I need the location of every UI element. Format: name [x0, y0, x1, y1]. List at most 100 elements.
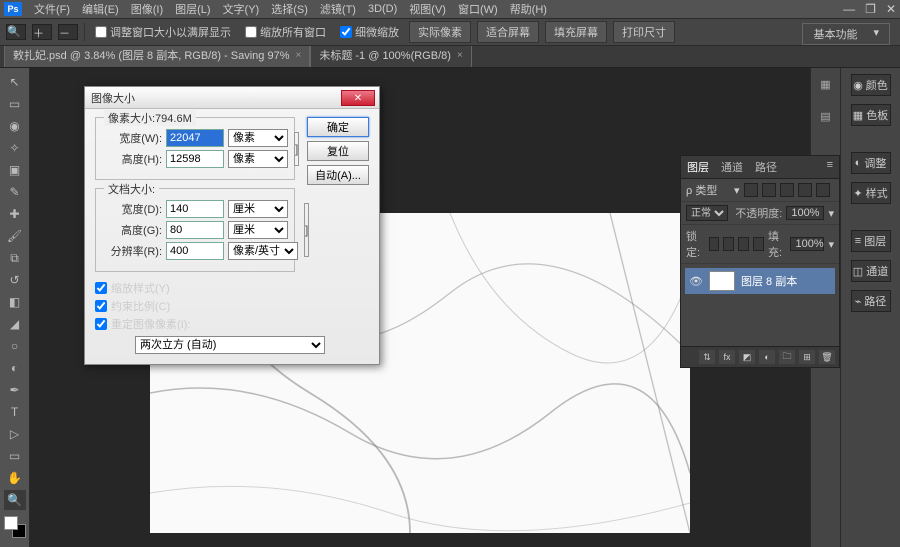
- link-layers-icon[interactable]: ⇅: [699, 350, 715, 364]
- lock-pos-icon[interactable]: [738, 237, 749, 251]
- fx-icon[interactable]: fx: [719, 350, 735, 364]
- new-layer-icon[interactable]: ⊞: [799, 350, 815, 364]
- menu-image[interactable]: 图像(I): [125, 1, 169, 17]
- zoom-in-icon[interactable]: ＋: [32, 24, 52, 40]
- filter-type-icon[interactable]: [780, 183, 794, 197]
- doc-height-input[interactable]: [166, 221, 224, 239]
- move-tool[interactable]: ↖: [4, 72, 26, 92]
- visibility-icon[interactable]: 👁: [689, 275, 703, 288]
- filter-pixel-icon[interactable]: [744, 183, 758, 197]
- type-tool[interactable]: T: [4, 402, 26, 422]
- menu-window[interactable]: 窗口(W): [452, 1, 504, 17]
- resample-checkbox[interactable]: 重定图像像素(I):: [95, 316, 369, 332]
- blend-mode-dropdown[interactable]: 正常: [686, 205, 728, 221]
- doc-height-unit[interactable]: 厘米: [228, 221, 288, 239]
- blur-tool[interactable]: ○: [4, 336, 26, 356]
- dodge-tool[interactable]: ◐: [4, 358, 26, 378]
- healing-tool[interactable]: ✚: [4, 204, 26, 224]
- ok-button[interactable]: 确定: [307, 117, 369, 137]
- tab2-close-icon[interactable]: ×: [457, 50, 463, 61]
- pixel-height-unit[interactable]: 像素: [228, 150, 288, 168]
- filter-adj-icon[interactable]: [762, 183, 776, 197]
- fill-screen-button[interactable]: 填充屏幕: [545, 21, 607, 43]
- opacity-value[interactable]: 100%: [786, 206, 824, 220]
- lock-all-icon[interactable]: [753, 237, 764, 251]
- dialog-close-button[interactable]: ✕: [341, 90, 375, 106]
- panel-menu-icon[interactable]: ≡: [821, 156, 839, 178]
- stamp-tool[interactable]: ⧉: [4, 248, 26, 268]
- lasso-tool[interactable]: ◉: [4, 116, 26, 136]
- filter-smart-icon[interactable]: [816, 183, 830, 197]
- tab1-close-icon[interactable]: ×: [295, 50, 301, 61]
- panel-icon-1[interactable]: ▦: [816, 74, 836, 94]
- dock-paths[interactable]: ⌁路径: [851, 290, 891, 312]
- trash-icon[interactable]: 🗑: [819, 350, 835, 364]
- resolution-input[interactable]: [166, 242, 224, 260]
- pixel-width-unit[interactable]: 像素: [228, 129, 288, 147]
- doc-width-input[interactable]: [166, 200, 224, 218]
- window-maximize-icon[interactable]: ❐: [865, 2, 876, 16]
- workspace-dropdown[interactable]: 基本功能▾: [802, 23, 890, 45]
- zoom-all-checkbox[interactable]: 缩放所有窗口: [241, 24, 330, 40]
- resolution-unit[interactable]: 像素/英寸: [228, 242, 298, 260]
- dock-adjustments[interactable]: ◐调整: [851, 152, 891, 174]
- wand-tool[interactable]: ✧: [4, 138, 26, 158]
- pixel-width-input[interactable]: [166, 129, 224, 147]
- link-doc-icon[interactable]: ]: [304, 203, 309, 257]
- eraser-tool[interactable]: ◧: [4, 292, 26, 312]
- fit-screen-button[interactable]: 适合屏幕: [477, 21, 539, 43]
- zoom-tool[interactable]: 🔍: [4, 490, 26, 510]
- filter-shape-icon[interactable]: [798, 183, 812, 197]
- path-tool[interactable]: ▷: [4, 424, 26, 444]
- dock-color[interactable]: ◉颜色: [851, 74, 891, 96]
- menu-edit[interactable]: 编辑(E): [76, 1, 125, 17]
- print-size-button[interactable]: 打印尺寸: [613, 21, 675, 43]
- layers-tab[interactable]: 图层: [681, 156, 715, 178]
- link-pixel-icon[interactable]: ]: [294, 132, 299, 166]
- lock-paint-icon[interactable]: [723, 237, 734, 251]
- panel-icon-2[interactable]: ▤: [816, 106, 836, 126]
- menu-layer[interactable]: 图层(L): [169, 1, 216, 17]
- menu-3d[interactable]: 3D(D): [362, 3, 403, 15]
- constrain-checkbox[interactable]: 约束比例(C): [95, 298, 369, 314]
- actual-pixels-button[interactable]: 实际像素: [409, 21, 471, 43]
- reset-button[interactable]: 复位: [307, 141, 369, 161]
- dock-channels[interactable]: ◫通道: [851, 260, 891, 282]
- pixel-height-input[interactable]: [166, 150, 224, 168]
- menu-type[interactable]: 文字(Y): [217, 1, 266, 17]
- zoom-out-icon[interactable]: －: [58, 24, 78, 40]
- pen-tool[interactable]: ✒: [4, 380, 26, 400]
- hand-tool[interactable]: ✋: [4, 468, 26, 488]
- menu-select[interactable]: 选择(S): [265, 1, 314, 17]
- menu-view[interactable]: 视图(V): [403, 1, 452, 17]
- dock-swatches[interactable]: ▦色板: [851, 104, 891, 126]
- eyedropper-tool[interactable]: ✎: [4, 182, 26, 202]
- menu-filter[interactable]: 滤镜(T): [314, 1, 362, 17]
- mask-icon[interactable]: ◩: [739, 350, 755, 364]
- group-icon[interactable]: 🗀: [779, 350, 795, 364]
- color-swatches[interactable]: [4, 516, 26, 538]
- adj-icon[interactable]: ◐: [759, 350, 775, 364]
- menu-help[interactable]: 帮助(H): [504, 1, 553, 17]
- window-minimize-icon[interactable]: —: [843, 2, 855, 16]
- scrubby-zoom-checkbox[interactable]: 细微缩放: [336, 24, 403, 40]
- window-close-icon[interactable]: ✕: [886, 2, 896, 16]
- crop-tool[interactable]: ▣: [4, 160, 26, 180]
- marquee-tool[interactable]: ▭: [4, 94, 26, 114]
- layer-row[interactable]: 👁 图层 8 副本: [685, 268, 835, 294]
- zoom-tool-icon[interactable]: 🔍: [6, 24, 26, 40]
- fill-value[interactable]: 100%: [790, 237, 824, 251]
- paths-tab[interactable]: 路径: [749, 156, 783, 178]
- scale-styles-checkbox[interactable]: 缩放样式(Y): [95, 280, 369, 296]
- history-brush-tool[interactable]: ↺: [4, 270, 26, 290]
- dock-layers[interactable]: ≡图层: [851, 230, 891, 252]
- brush-tool[interactable]: 🖌: [4, 226, 26, 246]
- filter-kind-dropdown[interactable]: ρ 类型: [686, 182, 730, 198]
- channels-tab[interactable]: 通道: [715, 156, 749, 178]
- shape-tool[interactable]: ▭: [4, 446, 26, 466]
- interpolation-dropdown[interactable]: 两次立方 (自动): [135, 336, 325, 354]
- gradient-tool[interactable]: ◢: [4, 314, 26, 334]
- layer-thumbnail[interactable]: [709, 271, 735, 291]
- lock-trans-icon[interactable]: [709, 237, 720, 251]
- dock-styles[interactable]: ✦样式: [851, 182, 891, 204]
